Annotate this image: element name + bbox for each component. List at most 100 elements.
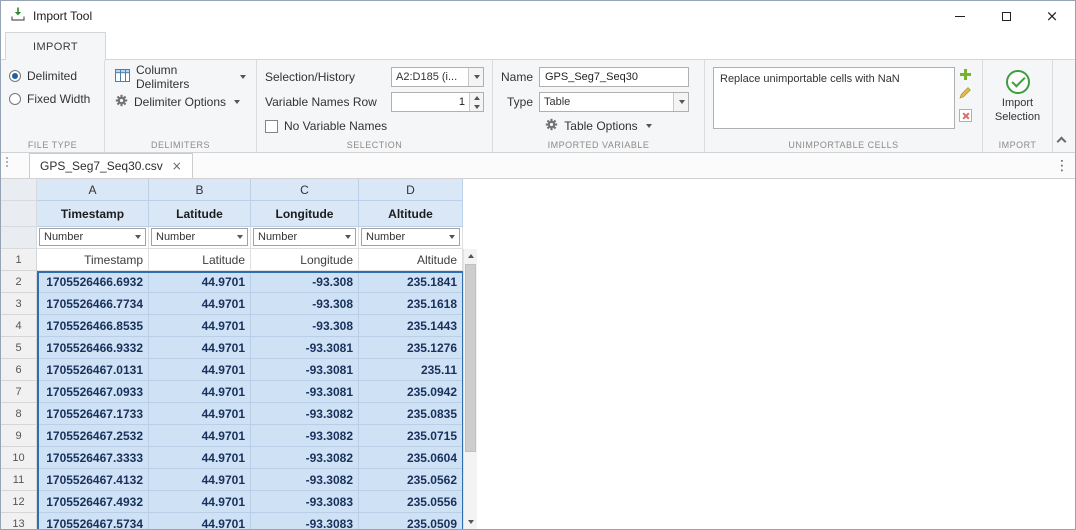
minimize-button[interactable] (937, 1, 983, 31)
grid-cell[interactable]: 1705526467.4932 (37, 491, 149, 513)
unimportable-rules-box[interactable]: Replace unimportable cells with NaN (713, 67, 955, 129)
grid-cell[interactable]: -93.3081 (251, 337, 359, 359)
delimited-radio[interactable] (9, 70, 21, 82)
grid-cell[interactable]: 1705526467.2532 (37, 425, 149, 447)
column-type-dropdown[interactable]: Number (253, 228, 356, 246)
scroll-up-button[interactable] (464, 249, 477, 263)
grid-cell[interactable]: -93.3081 (251, 359, 359, 381)
grid-cell[interactable]: -93.3081 (251, 381, 359, 403)
column-type-dropdown[interactable]: Number (151, 228, 248, 246)
grid-cell[interactable]: 44.9701 (149, 513, 251, 529)
grid-cell[interactable]: Longitude (251, 249, 359, 271)
table-options-dropdown[interactable]: Table Options (501, 116, 696, 136)
grid-cell[interactable]: -93.3082 (251, 425, 359, 447)
variable-name-cell[interactable]: Timestamp (37, 201, 149, 227)
row-number[interactable]: 9 (1, 425, 37, 447)
selection-history-dropdown[interactable]: A2:D185 (i... (391, 67, 484, 87)
row-number[interactable]: 4 (1, 315, 37, 337)
column-header-a[interactable]: A (37, 179, 149, 201)
row-number[interactable]: 3 (1, 293, 37, 315)
type-dropdown[interactable]: Table (539, 92, 689, 112)
grid-cell[interactable]: 44.9701 (149, 315, 251, 337)
tab-bar-menu-icon[interactable]: ⋮ (1049, 153, 1075, 178)
grid-cell[interactable]: 235.0715 (359, 425, 463, 447)
row-number[interactable]: 8 (1, 403, 37, 425)
grid-cell[interactable]: 1705526467.5734 (37, 513, 149, 529)
grid-cell[interactable]: 1705526467.0933 (37, 381, 149, 403)
vertical-scrollbar[interactable] (463, 249, 477, 529)
grid-cell[interactable]: 1705526467.3333 (37, 447, 149, 469)
grid-cell[interactable]: 235.0556 (359, 491, 463, 513)
no-variable-names-row[interactable]: No Variable Names (265, 117, 484, 135)
variable-name-input[interactable] (539, 67, 689, 87)
row-number[interactable]: 7 (1, 381, 37, 403)
grid-cell[interactable]: Timestamp (37, 249, 149, 271)
grid-cell[interactable]: 235.11 (359, 359, 463, 381)
grid-cell[interactable]: -93.308 (251, 293, 359, 315)
grid-cell[interactable]: 1705526466.9332 (37, 337, 149, 359)
column-type-dropdown[interactable]: Number (39, 228, 146, 246)
grid-cell[interactable]: 235.0562 (359, 469, 463, 491)
grid-cell[interactable]: 1705526466.7734 (37, 293, 149, 315)
column-delimiters-dropdown[interactable]: Column Delimiters (113, 67, 248, 87)
column-type-dropdown[interactable]: Number (361, 228, 460, 246)
grid-cell[interactable]: 235.1276 (359, 337, 463, 359)
collapse-ribbon-button[interactable] (1054, 134, 1068, 146)
grid-cell[interactable]: 44.9701 (149, 337, 251, 359)
tab-import[interactable]: IMPORT (5, 32, 106, 60)
fixed-width-radio-row[interactable]: Fixed Width (9, 90, 96, 108)
grid-cell[interactable]: -93.3083 (251, 513, 359, 529)
delete-rule-icon[interactable] (959, 109, 972, 122)
tab-bar-grip[interactable] (1, 153, 13, 178)
grid-cell[interactable]: 44.9701 (149, 491, 251, 513)
no-variable-names-checkbox[interactable] (265, 120, 278, 133)
selection-history-caret-button[interactable] (468, 68, 483, 86)
column-header-b[interactable]: B (149, 179, 251, 201)
scrollbar-thumb[interactable] (465, 264, 476, 452)
scroll-down-button[interactable] (464, 515, 477, 529)
maximize-button[interactable] (983, 1, 1029, 31)
document-tab-gps-csv[interactable]: GPS_Seg7_Seq30.csv × (29, 153, 193, 178)
row-number[interactable]: 2 (1, 271, 37, 293)
column-header-c[interactable]: C (251, 179, 359, 201)
spinner-down-button[interactable] (470, 102, 483, 111)
grid-cell[interactable]: 235.0604 (359, 447, 463, 469)
grid-cell[interactable]: -93.308 (251, 271, 359, 293)
import-selection-button[interactable]: Import Selection (991, 67, 1044, 125)
type-caret-button[interactable] (673, 93, 688, 111)
variable-name-cell[interactable]: Latitude (149, 201, 251, 227)
grid-cell[interactable]: 235.1841 (359, 271, 463, 293)
grid-cell[interactable]: 1705526467.1733 (37, 403, 149, 425)
grid-cell[interactable]: 44.9701 (149, 271, 251, 293)
grid-corner[interactable] (1, 179, 37, 201)
variable-names-row-input[interactable] (392, 93, 469, 111)
delimiter-options-dropdown[interactable]: Delimiter Options (113, 92, 248, 112)
row-number[interactable]: 13 (1, 513, 37, 529)
grid-cell[interactable]: -93.3082 (251, 469, 359, 491)
grid-cell[interactable]: 1705526467.0131 (37, 359, 149, 381)
grid-cell[interactable]: 44.9701 (149, 293, 251, 315)
variable-name-cell[interactable]: Longitude (251, 201, 359, 227)
tab-close-icon[interactable]: × (172, 160, 182, 172)
row-number[interactable]: 11 (1, 469, 37, 491)
grid-cell[interactable]: 1705526467.4132 (37, 469, 149, 491)
grid-cell[interactable]: -93.3082 (251, 403, 359, 425)
grid-cell[interactable]: 235.1443 (359, 315, 463, 337)
grid-cell[interactable]: 1705526466.8535 (37, 315, 149, 337)
grid-cell[interactable]: Latitude (149, 249, 251, 271)
grid-cell[interactable]: 1705526466.6932 (37, 271, 149, 293)
column-header-d[interactable]: D (359, 179, 463, 201)
edit-rule-icon[interactable] (959, 86, 972, 104)
grid-cell[interactable]: -93.3082 (251, 447, 359, 469)
grid-cell[interactable]: 44.9701 (149, 425, 251, 447)
close-button[interactable]: × (1029, 1, 1075, 31)
grid-cell[interactable]: -93.308 (251, 315, 359, 337)
grid-cell[interactable]: 44.9701 (149, 381, 251, 403)
row-number[interactable]: 6 (1, 359, 37, 381)
grid-cell[interactable]: 235.0509 (359, 513, 463, 529)
add-rule-icon[interactable] (959, 68, 972, 81)
delimited-radio-row[interactable]: Delimited (9, 67, 96, 85)
grid-cell[interactable]: 44.9701 (149, 359, 251, 381)
row-number[interactable]: 12 (1, 491, 37, 513)
row-number[interactable]: 5 (1, 337, 37, 359)
